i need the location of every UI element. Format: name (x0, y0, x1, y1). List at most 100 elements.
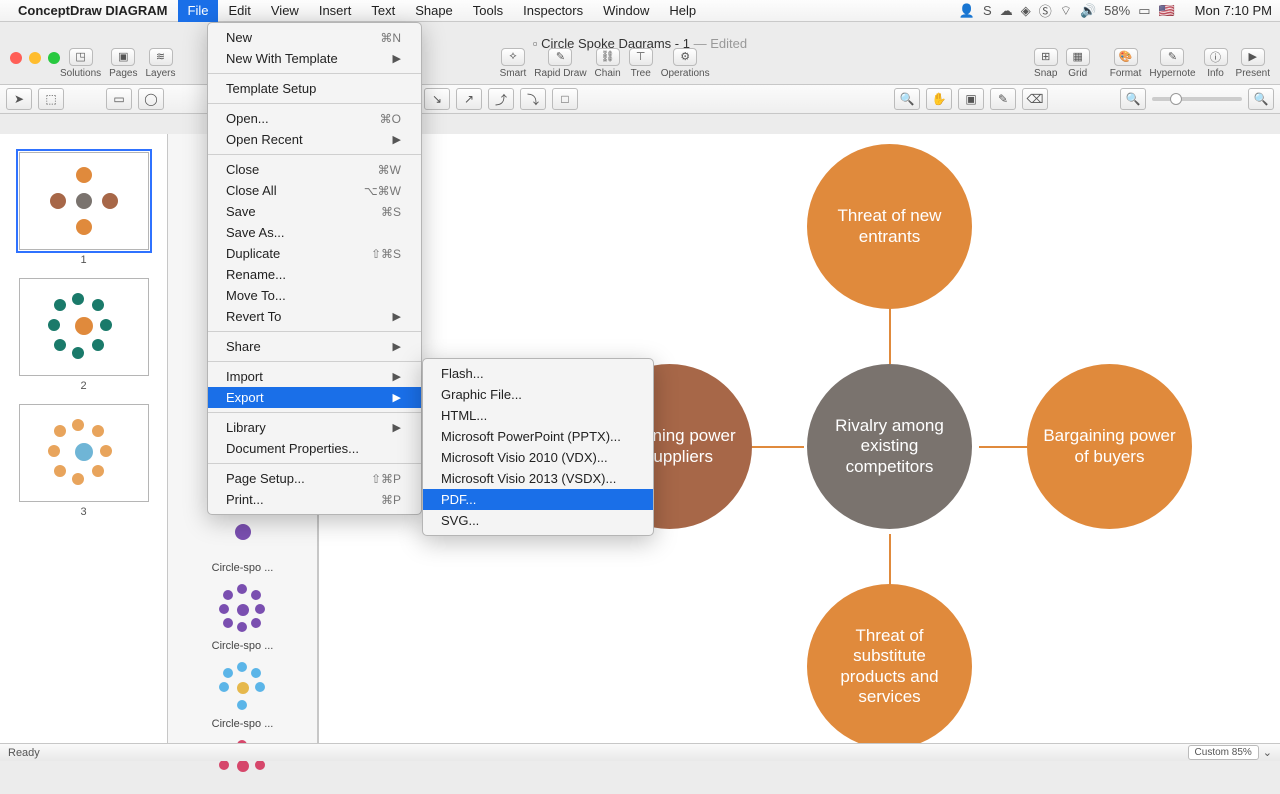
file-menu-item[interactable]: Move To... (208, 285, 421, 306)
pan-tool[interactable]: ✋ (926, 88, 952, 110)
menu-file[interactable]: File (178, 0, 219, 22)
zoom-stepper[interactable]: ⌄ (1263, 746, 1272, 759)
pages-panel: 1 2 (0, 134, 168, 743)
main-toolbar: ◳Solutions ▣Pages ≋Layers ⟡Smart ✎Rapid … (0, 42, 1280, 84)
export-menu-item[interactable]: HTML... (423, 405, 653, 426)
file-menu-item[interactable]: Rename... (208, 264, 421, 285)
export-menu-item[interactable]: SVG... (423, 510, 653, 531)
eyedropper-tool[interactable]: ✎ (990, 88, 1016, 110)
menu-window[interactable]: Window (593, 0, 659, 22)
library-item[interactable]: Circle-spo ... (168, 660, 317, 730)
file-menu-item[interactable]: Open Recent▶ (208, 129, 421, 150)
file-menu-item[interactable]: Open...⌘O (208, 108, 421, 129)
zoom-in-tool[interactable]: 🔍 (894, 88, 920, 110)
grid-button[interactable]: ▦Grid (1066, 48, 1090, 79)
node-right[interactable]: Bargaining power of buyers (1027, 364, 1192, 529)
eraser-tool[interactable]: ⌫ (1022, 88, 1048, 110)
page-number-3: 3 (0, 506, 167, 518)
info-button[interactable]: ⓘInfo (1204, 48, 1228, 79)
zoom-slider[interactable] (1152, 97, 1242, 101)
chain-button[interactable]: ⛓Chain (595, 48, 621, 79)
present-button[interactable]: ▶Present (1236, 48, 1270, 79)
pointer-tool[interactable]: ➤ (6, 88, 32, 110)
menu-insert[interactable]: Insert (309, 0, 362, 22)
page-thumb-1[interactable] (19, 152, 149, 250)
connector-3[interactable]: ⤴ (488, 88, 514, 110)
skype-icon[interactable]: Ⓢ (1039, 1, 1052, 20)
battery-icon[interactable]: ▭ (1138, 3, 1150, 19)
sync-icon[interactable]: S (983, 3, 992, 18)
zoom-out-icon[interactable]: 🔍 (1120, 88, 1146, 110)
file-menu-item[interactable]: Print...⌘P (208, 489, 421, 510)
battery-percent[interactable]: 58% (1104, 3, 1130, 18)
snap-button[interactable]: ⊞Snap (1034, 48, 1058, 79)
node-bottom[interactable]: Threat of substitute products and servic… (807, 584, 972, 743)
secondary-toolbar: ➤ ⬚ ▭ ◯ ✐ ↘ ↗ ⤴ ⤵ □ 🔍 ✋ ▣ ✎ ⌫ 🔍 🔍 (0, 84, 1280, 114)
pages-button[interactable]: ▣Pages (109, 48, 137, 79)
file-menu-item[interactable]: Import▶ (208, 366, 421, 387)
menu-inspectors[interactable]: Inspectors (513, 0, 593, 22)
file-menu-item[interactable]: Close⌘W (208, 159, 421, 180)
file-menu-item[interactable]: New⌘N (208, 27, 421, 48)
hypernote-button[interactable]: ✎Hypernote (1149, 48, 1195, 79)
smart-button[interactable]: ⟡Smart (500, 48, 527, 79)
marquee-tool[interactable]: ⬚ (38, 88, 64, 110)
user-icon[interactable]: 👤 (959, 3, 975, 19)
flag-icon[interactable]: 🇺🇸 (1158, 3, 1174, 19)
page-thumb-2[interactable] (19, 278, 149, 376)
file-menu-item[interactable]: Export▶ (208, 387, 421, 408)
connector-4[interactable]: ⤵ (520, 88, 546, 110)
file-menu-item[interactable]: Document Properties... (208, 438, 421, 459)
file-menu-item[interactable]: Page Setup...⇧⌘P (208, 468, 421, 489)
file-menu-item[interactable]: Save⌘S (208, 201, 421, 222)
app-name[interactable]: ConceptDraw DIAGRAM (18, 3, 168, 18)
export-menu-item[interactable]: Graphic File... (423, 384, 653, 405)
status-bar: Ready Custom 85% ⌄ (0, 743, 1280, 761)
file-menu-item[interactable]: Share▶ (208, 336, 421, 357)
ellipse-tool[interactable]: ◯ (138, 88, 164, 110)
file-menu-item[interactable]: Save As... (208, 222, 421, 243)
file-menu-item[interactable]: Revert To▶ (208, 306, 421, 327)
rect-tool[interactable]: ▭ (106, 88, 132, 110)
library-item[interactable]: Circle-spo ... (168, 582, 317, 652)
file-menu-item[interactable]: Close All⌥⌘W (208, 180, 421, 201)
solutions-button[interactable]: ◳Solutions (60, 48, 101, 79)
connector-1[interactable]: ↘ (424, 88, 450, 110)
export-menu-item[interactable]: Microsoft PowerPoint (PPTX)... (423, 426, 653, 447)
menu-text[interactable]: Text (361, 0, 405, 22)
node-center[interactable]: Rivalry among existing competitors (807, 364, 972, 529)
crop-tool[interactable]: ▣ (958, 88, 984, 110)
menu-edit[interactable]: Edit (218, 0, 260, 22)
export-menu-item[interactable]: PDF... (423, 489, 653, 510)
diamond-icon[interactable]: ◈ (1021, 3, 1031, 19)
page-thumb-3[interactable] (19, 404, 149, 502)
export-menu-item[interactable]: Microsoft Visio 2013 (VSDX)... (423, 468, 653, 489)
zoom-select[interactable]: Custom 85% (1188, 745, 1259, 760)
clock[interactable]: Mon 7:10 PM (1195, 3, 1272, 18)
menu-tools[interactable]: Tools (463, 0, 513, 22)
connector-2[interactable]: ↗ (456, 88, 482, 110)
file-menu-item[interactable]: Library▶ (208, 417, 421, 438)
minimize-window-button[interactable] (29, 52, 41, 64)
volume-icon[interactable]: 🔊 (1080, 3, 1096, 19)
menu-shape[interactable]: Shape (405, 0, 463, 22)
cloud-icon[interactable]: ☁ (1000, 3, 1013, 19)
menu-view[interactable]: View (261, 0, 309, 22)
tree-button[interactable]: ⊤Tree (629, 48, 653, 79)
zoom-in-icon[interactable]: 🔍 (1248, 88, 1274, 110)
file-menu-item[interactable]: Duplicate⇧⌘S (208, 243, 421, 264)
connector-5[interactable]: □ (552, 88, 578, 110)
format-button[interactable]: 🎨Format (1110, 48, 1142, 79)
node-top[interactable]: Threat of new entrants (807, 144, 972, 309)
zoom-window-button[interactable] (48, 52, 60, 64)
export-menu-item[interactable]: Microsoft Visio 2010 (VDX)... (423, 447, 653, 468)
export-menu-item[interactable]: Flash... (423, 363, 653, 384)
operations-button[interactable]: ⚙Operations (661, 48, 710, 79)
wifi-icon[interactable]: ⌔ (1060, 3, 1072, 19)
file-menu-item[interactable]: New With Template▶ (208, 48, 421, 69)
rapid-draw-button[interactable]: ✎Rapid Draw (534, 48, 586, 79)
close-window-button[interactable] (10, 52, 22, 64)
layers-button[interactable]: ≋Layers (146, 48, 176, 79)
menu-help[interactable]: Help (659, 0, 706, 22)
file-menu-item[interactable]: Template Setup (208, 78, 421, 99)
